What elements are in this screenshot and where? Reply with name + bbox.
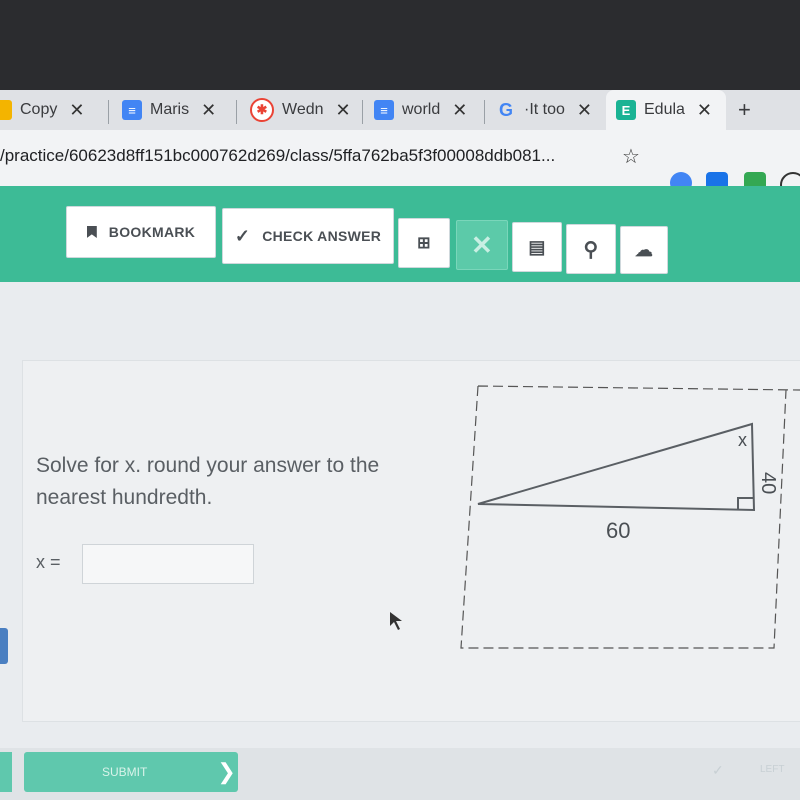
- answer-input[interactable]: [82, 544, 254, 584]
- calendar-icon: ✱: [250, 98, 274, 122]
- calculator-icon: ⊞: [417, 235, 431, 252]
- side-bottom-label: 60: [606, 518, 630, 543]
- close-icon[interactable]: ✕: [697, 100, 712, 121]
- upload-button[interactable]: ☁: [620, 226, 668, 274]
- cloud-upload-icon: ☁: [634, 239, 654, 260]
- docs-icon: ≡: [374, 100, 394, 120]
- tab-separator: [236, 100, 237, 124]
- close-icon[interactable]: ✕: [336, 100, 351, 121]
- slides-icon: [0, 100, 12, 120]
- prev-button[interactable]: [0, 752, 12, 792]
- close-icon[interactable]: ✕: [201, 100, 216, 121]
- tab-label: Maris: [150, 101, 190, 118]
- right-angle-marker: [737, 497, 753, 510]
- check-icon: ✓: [712, 762, 724, 778]
- new-tab-button[interactable]: +: [738, 90, 768, 130]
- right-triangle: [477, 422, 756, 512]
- tab-label: Wedn: [282, 101, 324, 118]
- magnifier-button[interactable]: ⚲: [566, 224, 616, 274]
- chevron-right-icon: ❯: [217, 759, 236, 784]
- magnifier-icon: ⚲: [583, 238, 599, 261]
- bookmark-icon: [86, 226, 97, 238]
- bookmark-label: BOOKMARK: [108, 224, 196, 240]
- answer-label: x =: [36, 552, 61, 572]
- tab-strip: Copy ✕ ≡ Maris ✕ ✱ Wedn ✕ ≡ world ✕ G ·I…: [0, 90, 800, 130]
- tab-label: Copy: [20, 101, 58, 118]
- tab-edulastic[interactable]: E Edula ✕: [606, 90, 726, 130]
- star-icon[interactable]: ☆: [622, 144, 640, 169]
- tab-world[interactable]: ≡ world ✕: [374, 90, 484, 130]
- close-icon[interactable]: ✕: [577, 100, 592, 121]
- angle-label: x: [738, 430, 747, 450]
- side-tab[interactable]: [0, 628, 8, 664]
- tab-label: ·It too: [524, 101, 565, 118]
- tab-separator: [484, 100, 485, 124]
- tab-label: world: [402, 101, 441, 118]
- check-answer-button[interactable]: ✓ CHECK ANSWER: [222, 208, 394, 264]
- check-icon: ✓: [234, 225, 251, 246]
- check-answer-label: CHECK ANSWER: [262, 228, 382, 244]
- footer-right-label: LEFT: [760, 764, 785, 775]
- edulastic-icon: E: [616, 100, 636, 120]
- assessment-toolbar: BOOKMARK ✓ CHECK ANSWER ⊞ ✕ ▤ ⚲ ☁: [0, 186, 800, 282]
- crossout-icon: ✕: [470, 229, 494, 260]
- close-icon[interactable]: ✕: [69, 100, 84, 121]
- tab-separator: [108, 100, 109, 124]
- crossout-button[interactable]: ✕: [456, 220, 508, 270]
- monitor-bezel: [0, 0, 800, 90]
- triangle-figure: 60 40 x: [456, 380, 800, 655]
- url-text[interactable]: /practice/60623d8ff151bc000762d269/class…: [0, 146, 555, 166]
- submit-label: SUBMIT: [102, 765, 148, 779]
- submit-button[interactable]: SUBMIT ❯: [24, 752, 238, 792]
- scratchpad-button[interactable]: ▤: [512, 222, 562, 272]
- tab-wedn[interactable]: ✱ Wedn ✕: [250, 90, 360, 130]
- side-right-label: 40: [757, 472, 779, 494]
- scratchpad-icon: ▤: [528, 236, 546, 257]
- question-text: Solve for x. round your answer to the ne…: [36, 454, 380, 509]
- tab-google[interactable]: G ·It too ✕: [496, 90, 606, 130]
- google-icon: G: [498, 99, 513, 120]
- mouse-cursor-icon: [390, 612, 402, 630]
- tab-copy[interactable]: Copy ✕: [0, 90, 92, 130]
- close-icon[interactable]: ✕: [452, 100, 467, 121]
- tab-label: Edula: [644, 101, 685, 118]
- bookmark-button[interactable]: BOOKMARK: [66, 206, 216, 258]
- tab-separator: [362, 100, 363, 124]
- docs-icon: ≡: [122, 100, 142, 120]
- tab-maris[interactable]: ≡ Maris ✕: [122, 90, 232, 130]
- calculator-button[interactable]: ⊞: [398, 218, 450, 268]
